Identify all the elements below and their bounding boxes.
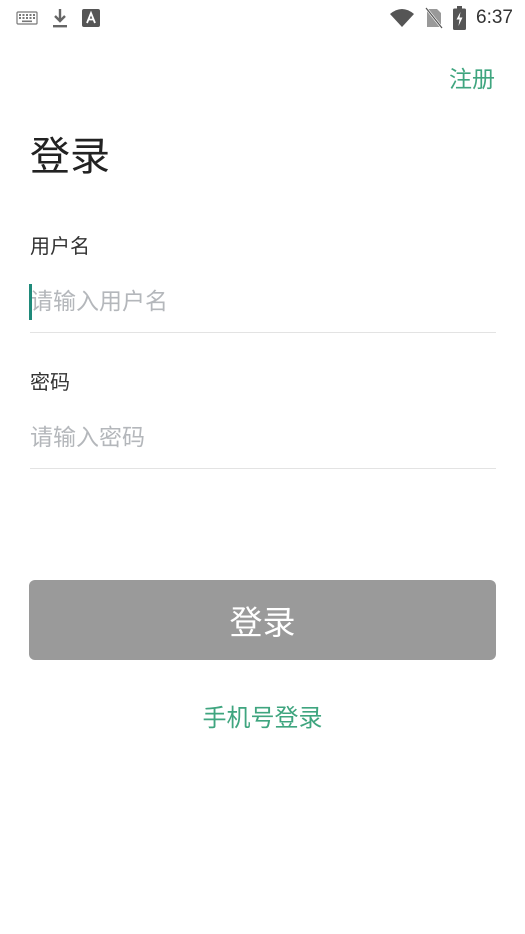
status-bar: 6:37: [0, 0, 525, 36]
status-bar-right: 6:37: [389, 6, 513, 30]
password-input[interactable]: [30, 408, 496, 469]
register-link[interactable]: 注册: [449, 60, 495, 94]
phone-login-link[interactable]: 手机号登录: [0, 698, 525, 733]
status-bar-left: [16, 8, 100, 28]
download-icon: [52, 8, 68, 28]
username-input[interactable]: [30, 272, 496, 333]
password-label: 密码: [30, 370, 70, 394]
page-title: 登录: [30, 134, 110, 180]
no-sim-icon: [425, 7, 443, 29]
username-label: 用户名: [30, 234, 90, 258]
keyboard-icon: [16, 11, 38, 25]
wifi-icon: [389, 8, 415, 28]
login-button[interactable]: 登录: [29, 580, 496, 660]
status-time: 6:37: [476, 7, 513, 28]
font-a-icon: [82, 9, 100, 27]
text-cursor: [29, 284, 32, 320]
battery-charging-icon: [453, 6, 467, 30]
